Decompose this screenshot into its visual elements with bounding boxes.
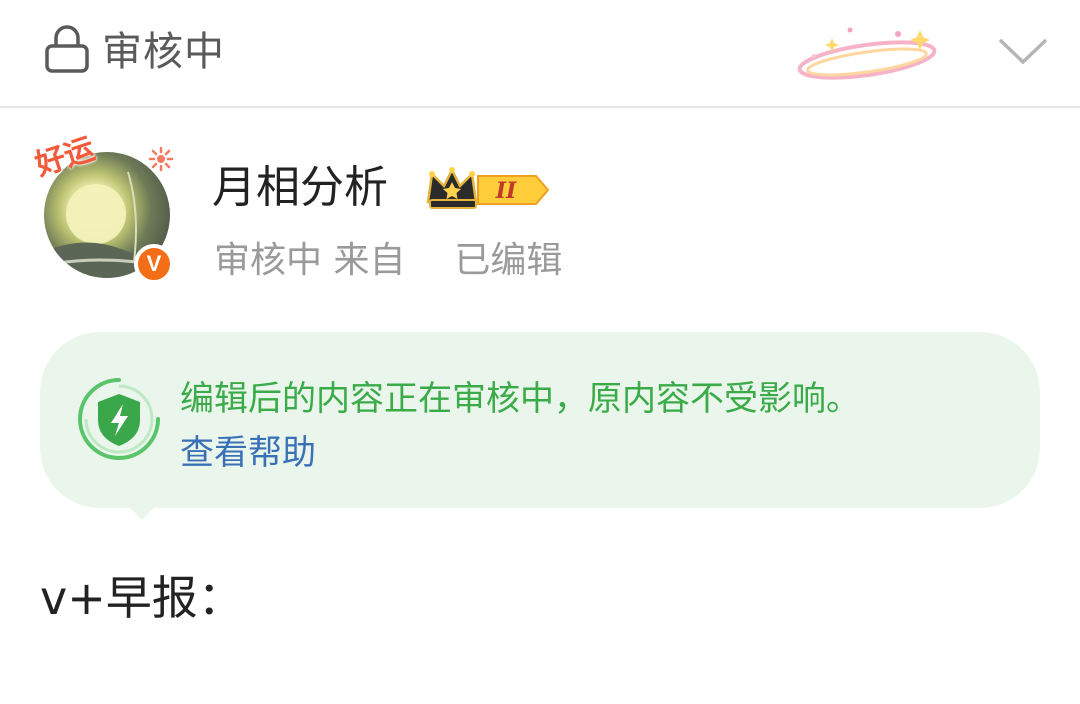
avatar[interactable]: 好运 V xyxy=(30,131,180,284)
shield-lightning-icon xyxy=(78,378,160,460)
crown-level-badge-icon[interactable]: II xyxy=(424,164,554,214)
meta-source: 来自 xyxy=(333,240,406,281)
review-notice: 编辑后的内容正在审核中，原内容不受影响。 查看帮助 xyxy=(40,332,1040,508)
notice-message: 编辑后的内容正在审核中，原内容不受影响。 xyxy=(180,379,860,419)
lock-icon xyxy=(45,25,89,73)
top-bar: 审核中 xyxy=(0,0,1080,108)
author-name[interactable]: 月相分析 xyxy=(212,160,388,216)
help-link[interactable]: 查看帮助 xyxy=(180,428,316,478)
sparkle-halo-icon xyxy=(797,27,937,80)
level-badge-text: II xyxy=(495,178,517,204)
meta-status: 审核中 xyxy=(214,240,323,281)
flower-icon xyxy=(148,146,174,172)
page-title: 审核中 xyxy=(102,29,225,75)
notice-pointer xyxy=(128,506,156,520)
post-content: v+早报： xyxy=(40,571,244,625)
post-meta: 审核中 来自 已编辑 xyxy=(214,236,562,286)
meta-edited[interactable]: 已编辑 xyxy=(454,236,562,286)
chevron-down-icon[interactable] xyxy=(996,34,1050,68)
verified-badge: V xyxy=(134,244,174,284)
